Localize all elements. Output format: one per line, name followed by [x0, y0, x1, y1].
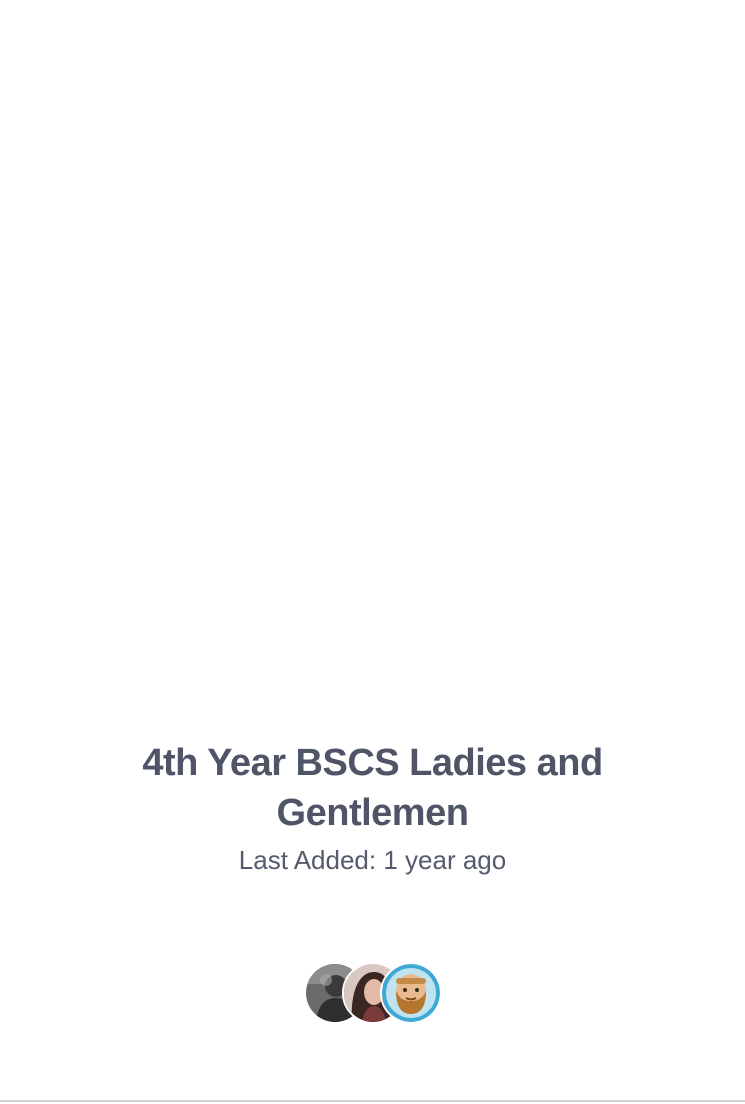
- member-avatar-3[interactable]: [380, 962, 442, 1024]
- group-title-line-1[interactable]: 4th Year BSCS Ladies and: [0, 738, 745, 788]
- group-title[interactable]: 4th Year BSCS Ladies and Gentlemen: [0, 738, 745, 838]
- last-added-text: Last Added: 1 year ago: [238, 845, 507, 875]
- bottom-divider: [0, 1100, 745, 1102]
- member-avatars[interactable]: [304, 962, 449, 1024]
- group-card[interactable]: 4th Year BSCS Ladies and Gentlemen Last …: [0, 0, 745, 1104]
- bearded-man-avatar-icon: [382, 964, 440, 1022]
- group-title-line-2[interactable]: Gentlemen: [0, 788, 745, 838]
